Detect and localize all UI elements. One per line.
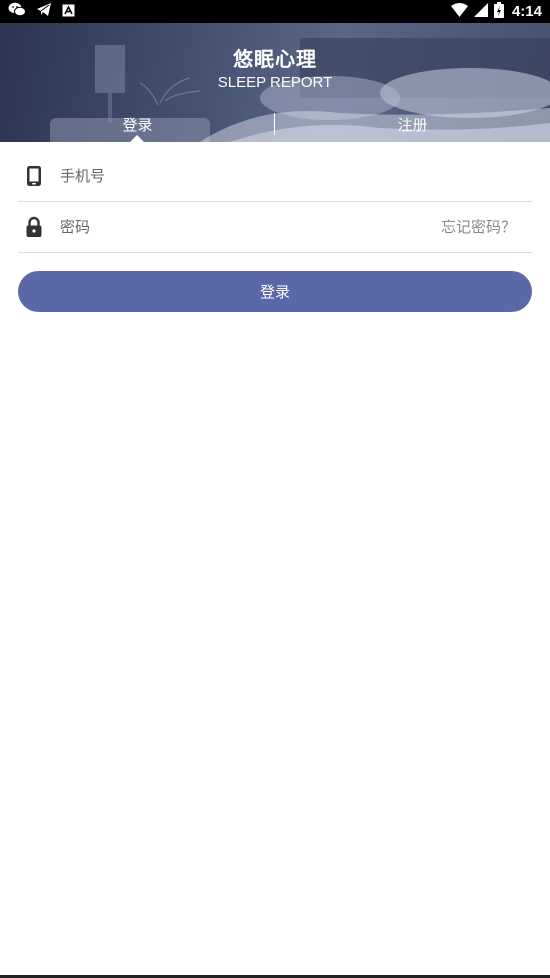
status-bar: 4:14 [0,0,550,23]
phone-input[interactable] [60,163,420,189]
battery-icon [493,1,504,22]
password-input[interactable] [60,214,420,240]
notification-a-icon [62,2,75,21]
phone-row [18,151,532,202]
lock-icon [25,216,43,238]
login-button[interactable]: 登录 [18,271,532,312]
status-system: 4:14 [450,1,542,22]
forgot-password-link[interactable]: 忘记密码？ [441,216,516,237]
app-subtitle: SLEEP REPORT [217,74,333,91]
phone-icon [25,165,43,187]
wechat-icon [8,2,26,21]
password-row: 忘记密码？ [18,202,532,253]
login-screen: 4:14 悠眠心理 SLEEP REPORT 登录 注册 手机号 忘记密码？ 登… [0,0,550,978]
tab-register[interactable]: 注册 [275,113,550,137]
app-title: 悠眠心理 [233,47,317,71]
status-notifications [8,2,75,21]
header-banner: 悠眠心理 SLEEP REPORT 登录 注册 [0,23,550,142]
tab-login[interactable]: 登录 [0,113,275,137]
active-tab-indicator [130,135,144,142]
status-time: 4:14 [511,3,542,20]
cell-signal-icon [473,2,488,21]
telegram-icon [36,2,52,21]
wifi-icon [450,2,468,21]
